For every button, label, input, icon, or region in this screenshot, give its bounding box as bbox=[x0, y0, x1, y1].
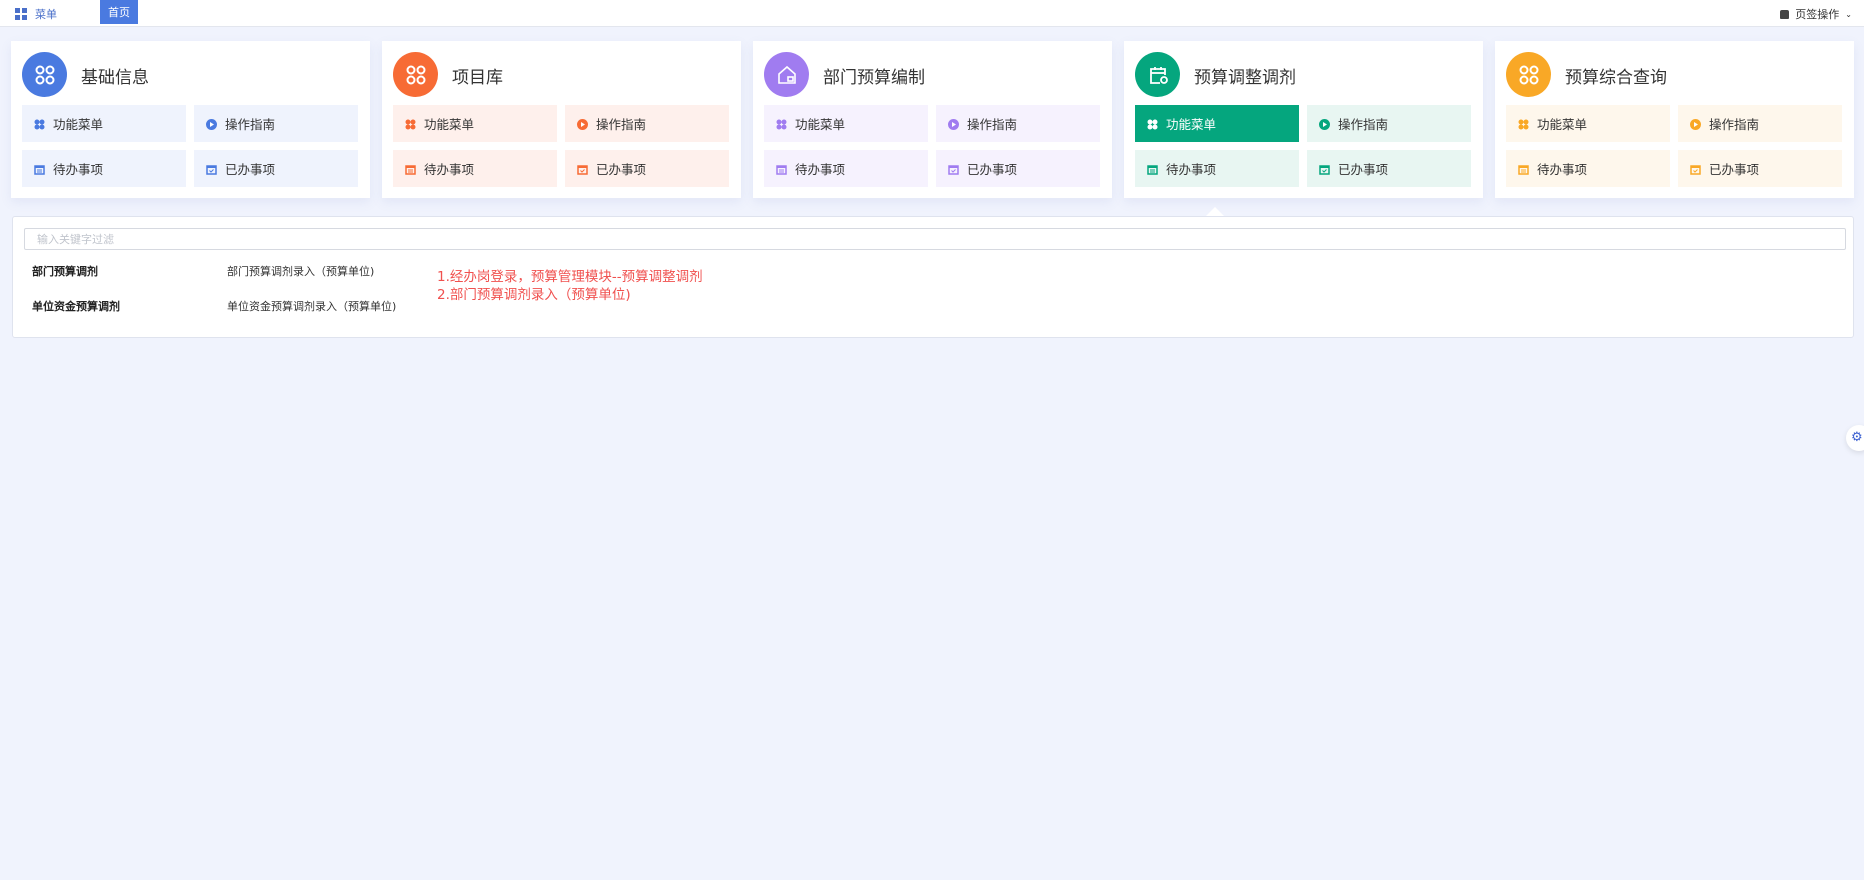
button-label: 操作指南 bbox=[596, 117, 647, 132]
card-todo-button[interactable]: 待办事项 bbox=[393, 150, 557, 187]
button-label: 操作指南 bbox=[967, 117, 1018, 132]
button-label: 操作指南 bbox=[225, 117, 276, 132]
button-label: 功能菜单 bbox=[1166, 117, 1217, 132]
button-label: 功能菜单 bbox=[1537, 117, 1588, 132]
module-card[interactable]: 预算调整调剂 功能菜单 操作指南 待办事项 已办事项 bbox=[1124, 41, 1483, 198]
calendar-list-icon bbox=[405, 163, 416, 175]
menu-label: 菜单 bbox=[35, 8, 57, 21]
play-circle-icon bbox=[206, 118, 217, 130]
apps-icon bbox=[22, 52, 67, 97]
button-label: 待办事项 bbox=[424, 162, 475, 177]
calendar-check-icon bbox=[206, 163, 217, 175]
module-card[interactable]: 项目库 功能菜单 操作指南 待办事项 已办事项 bbox=[382, 41, 741, 198]
button-label: 功能菜单 bbox=[795, 117, 846, 132]
group-label: 单位资金预算调剂 bbox=[32, 300, 120, 313]
chevron-down-icon: ⌄ bbox=[1845, 9, 1852, 19]
card-todo-button[interactable]: 待办事项 bbox=[22, 150, 186, 187]
calendar-check-icon bbox=[948, 163, 959, 175]
calendar-list-icon bbox=[34, 163, 45, 175]
card-guide-button[interactable]: 操作指南 bbox=[1307, 105, 1471, 142]
house-org-icon bbox=[764, 52, 809, 97]
card-menu-button[interactable]: 功能菜单 bbox=[1506, 105, 1670, 142]
play-circle-icon bbox=[948, 118, 959, 130]
play-circle-icon bbox=[1690, 118, 1701, 130]
grid-icon bbox=[776, 118, 787, 130]
grid-icon bbox=[1147, 118, 1158, 130]
card-guide-button[interactable]: 操作指南 bbox=[194, 105, 358, 142]
calendar-list-icon bbox=[1147, 163, 1158, 175]
button-label: 待办事项 bbox=[1166, 162, 1217, 177]
module-card[interactable]: 部门预算编制 功能菜单 操作指南 待办事项 已办事项 bbox=[753, 41, 1112, 198]
button-label: 已办事项 bbox=[967, 162, 1018, 177]
play-circle-icon bbox=[1319, 118, 1330, 130]
module-card[interactable]: 基础信息 功能菜单 操作指南 待办事项 已办事项 bbox=[11, 41, 370, 198]
card-guide-button[interactable]: 操作指南 bbox=[936, 105, 1100, 142]
tab-home[interactable]: 首页 bbox=[100, 0, 138, 24]
shirt-icon bbox=[1780, 9, 1790, 19]
apps-icon bbox=[1506, 52, 1551, 97]
card-done-button[interactable]: 已办事项 bbox=[565, 150, 729, 187]
card-title: 基础信息 bbox=[81, 68, 149, 88]
button-label: 待办事项 bbox=[1537, 162, 1588, 177]
card-menu-button[interactable]: 功能菜单 bbox=[764, 105, 928, 142]
button-label: 已办事项 bbox=[1338, 162, 1389, 177]
filter-input[interactable] bbox=[24, 228, 1846, 250]
calendar-check-icon bbox=[577, 163, 588, 175]
card-menu-button[interactable]: 功能菜单 bbox=[393, 105, 557, 142]
button-label: 已办事项 bbox=[1709, 162, 1760, 177]
submenu-panel: 部门预算调剂 部门预算调剂录入（预算单位) 单位资金预算调剂 单位资金预算调剂录… bbox=[12, 216, 1854, 338]
card-title: 预算调整调剂 bbox=[1194, 68, 1296, 88]
button-label: 待办事项 bbox=[53, 162, 104, 177]
grid-icon bbox=[34, 118, 45, 130]
button-label: 功能菜单 bbox=[424, 117, 475, 132]
card-title: 部门预算编制 bbox=[823, 68, 925, 88]
button-label: 已办事项 bbox=[225, 162, 276, 177]
settings-gear-icon[interactable]: ⚙ bbox=[1846, 425, 1864, 451]
card-menu-button[interactable]: 功能菜单 bbox=[22, 105, 186, 142]
tab-ops-label: 页签操作 bbox=[1795, 8, 1840, 21]
menu-button[interactable]: 菜单 bbox=[15, 6, 57, 22]
tab-operations-dropdown[interactable]: 页签操作 ⌄ bbox=[1780, 6, 1852, 22]
card-todo-button[interactable]: 待办事项 bbox=[1135, 150, 1299, 187]
grid-icon bbox=[405, 118, 416, 130]
button-label: 操作指南 bbox=[1338, 117, 1389, 132]
card-title: 项目库 bbox=[452, 68, 503, 88]
module-card[interactable]: 预算综合查询 功能菜单 操作指南 待办事项 已办事项 bbox=[1495, 41, 1854, 198]
grid-icon bbox=[1518, 118, 1529, 130]
menu-link[interactable]: 单位资金预算调剂录入（预算单位) bbox=[227, 298, 396, 314]
top-bar: 菜单 首页 页签操作 ⌄ bbox=[0, 0, 1864, 27]
card-menu-button[interactable]: 功能菜单 bbox=[1135, 105, 1299, 142]
instruction-note: 1.经办岗登录，预算管理模块--预算调整调剂 bbox=[437, 269, 703, 285]
calendar-list-icon bbox=[1518, 163, 1529, 175]
button-label: 已办事项 bbox=[596, 162, 647, 177]
card-todo-button[interactable]: 待办事项 bbox=[764, 150, 928, 187]
card-done-button[interactable]: 已办事项 bbox=[936, 150, 1100, 187]
card-done-button[interactable]: 已办事项 bbox=[1307, 150, 1471, 187]
instruction-note: 2.部门预算调剂录入（预算单位) bbox=[437, 287, 631, 303]
card-title: 预算综合查询 bbox=[1565, 68, 1667, 88]
button-label: 待办事项 bbox=[795, 162, 846, 177]
button-label: 功能菜单 bbox=[53, 117, 104, 132]
play-circle-icon bbox=[577, 118, 588, 130]
calendar-check-icon bbox=[1690, 163, 1701, 175]
calendar-refresh-icon bbox=[1135, 52, 1180, 97]
calendar-check-icon bbox=[1319, 163, 1330, 175]
card-done-button[interactable]: 已办事项 bbox=[194, 150, 358, 187]
card-guide-button[interactable]: 操作指南 bbox=[565, 105, 729, 142]
group-label: 部门预算调剂 bbox=[32, 265, 98, 278]
card-guide-button[interactable]: 操作指南 bbox=[1678, 105, 1842, 142]
calendar-list-icon bbox=[776, 163, 787, 175]
grid-icon bbox=[15, 8, 27, 20]
card-done-button[interactable]: 已办事项 bbox=[1678, 150, 1842, 187]
button-label: 操作指南 bbox=[1709, 117, 1760, 132]
menu-link[interactable]: 部门预算调剂录入（预算单位) bbox=[227, 263, 374, 279]
apps-icon bbox=[393, 52, 438, 97]
card-todo-button[interactable]: 待办事项 bbox=[1506, 150, 1670, 187]
